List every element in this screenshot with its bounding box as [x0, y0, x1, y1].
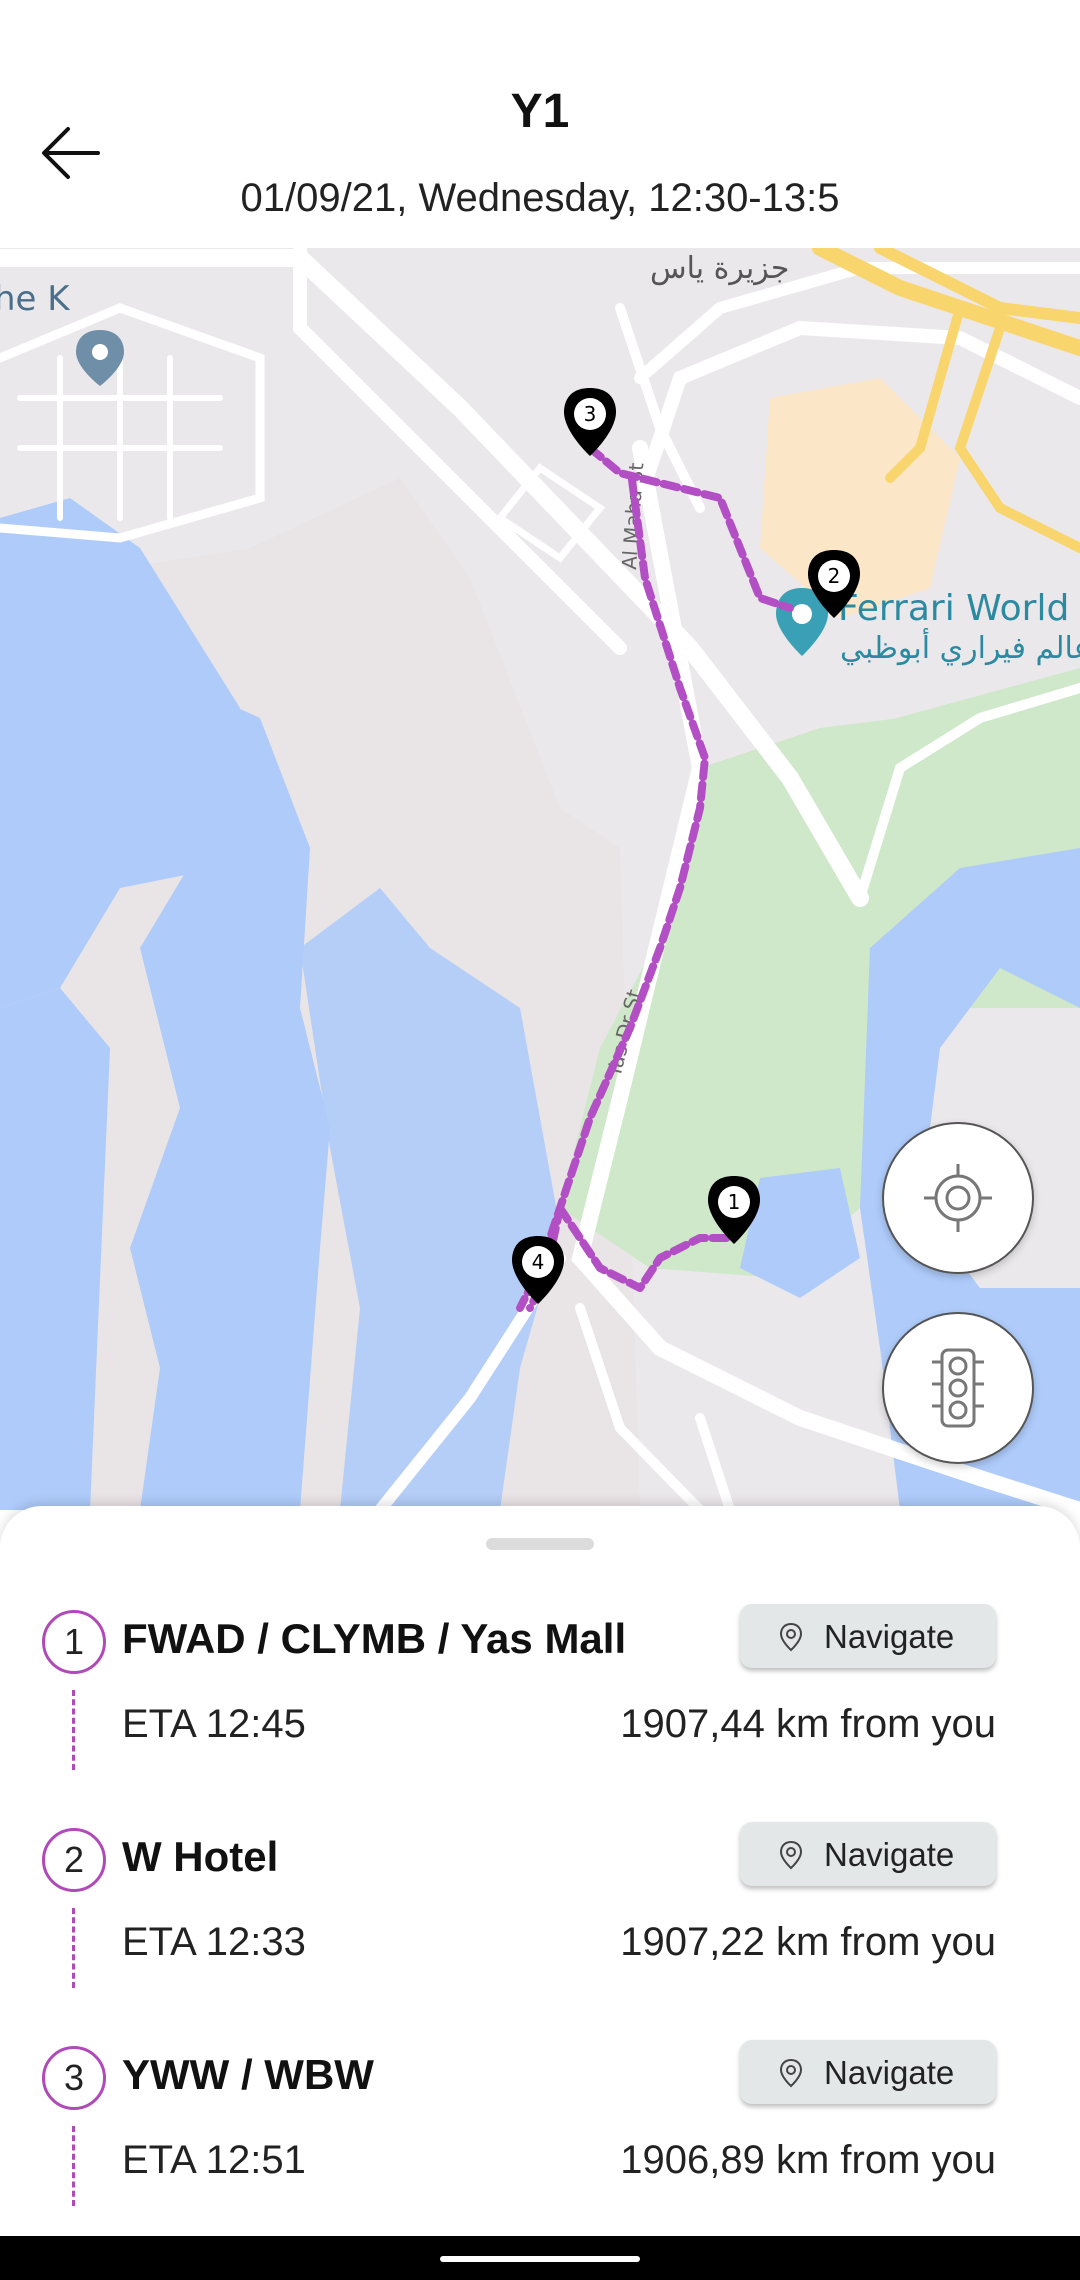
timeline-connector	[72, 2126, 75, 2206]
svg-text:2: 2	[828, 564, 841, 588]
stops-bottom-sheet: 1 FWAD / CLYMB / Yas Mall Navigate ETA 1…	[0, 1506, 1080, 2236]
route-map[interactable]: جزيرة ياس he K Ferrari World A عالم فيرا…	[0, 248, 1080, 1510]
map-label-island: جزيرة ياس	[650, 251, 789, 286]
navigate-label: Navigate	[824, 1836, 955, 1873]
stop-eta: ETA 12:51	[122, 2138, 306, 2182]
stop-number-badge: 2	[42, 1828, 106, 1892]
map-label-poi: he K	[0, 279, 71, 319]
timeline-connector	[72, 1908, 75, 1988]
stop-distance: 1907,44 km from you	[620, 1702, 996, 1746]
stop-item: 2 W Hotel Navigate ETA 12:33 1907,22 km …	[0, 1822, 1080, 2046]
navigate-button[interactable]: Navigate	[740, 1604, 996, 1668]
stop-item: 3 YWW / WBW Navigate ETA 12:51 1906,89 k…	[0, 2040, 1080, 2264]
app-header: Y1 01/09/21, Wednesday, 12:30-13:5	[0, 0, 1080, 248]
traffic-light-icon	[932, 1348, 984, 1428]
timeline-connector	[72, 1690, 75, 1770]
home-gesture-handle[interactable]	[440, 2256, 640, 2262]
stop-name: W Hotel	[122, 1833, 279, 1880]
map-label-ferrari-ar: عالم فيراري أبوظبي	[840, 627, 1080, 666]
sheet-drag-handle[interactable]	[486, 1538, 594, 1550]
location-pin-icon	[779, 1840, 803, 1870]
stop-name: FWAD / CLYMB / Yas Mall	[122, 1615, 627, 1662]
stop-distance: 1907,22 km from you	[620, 1920, 996, 1964]
stop-name: YWW / WBW	[122, 2051, 374, 2098]
stop-eta: ETA 12:45	[122, 1702, 306, 1746]
locate-me-button[interactable]	[882, 1122, 1034, 1274]
stop-number-badge: 3	[42, 2046, 106, 2110]
stop-number-badge: 1	[42, 1610, 106, 1674]
crosshair-icon	[924, 1164, 992, 1232]
stop-eta: ETA 12:33	[122, 1920, 306, 1964]
stop-item: 1 FWAD / CLYMB / Yas Mall Navigate ETA 1…	[0, 1604, 1080, 1828]
svg-text:1: 1	[728, 1190, 741, 1214]
map-label-ferrari-en: Ferrari World A	[838, 588, 1080, 629]
svg-text:3: 3	[584, 402, 597, 426]
page-title: Y1	[510, 85, 570, 138]
stop-distance: 1906,89 km from you	[620, 2138, 996, 2182]
navigate-label: Navigate	[824, 2054, 955, 2091]
navigate-button[interactable]: Navigate	[740, 1822, 996, 1886]
location-pin-icon	[779, 2058, 803, 2088]
svg-text:4: 4	[532, 1250, 545, 1274]
traffic-toggle-button[interactable]	[882, 1312, 1034, 1464]
trip-datetime: 01/09/21, Wednesday, 12:30-13:5	[240, 176, 840, 220]
system-navigation-bar	[0, 2236, 1080, 2280]
location-pin-icon	[779, 1622, 803, 1652]
navigate-button[interactable]: Navigate	[740, 2040, 996, 2104]
navigate-label: Navigate	[824, 1618, 955, 1655]
